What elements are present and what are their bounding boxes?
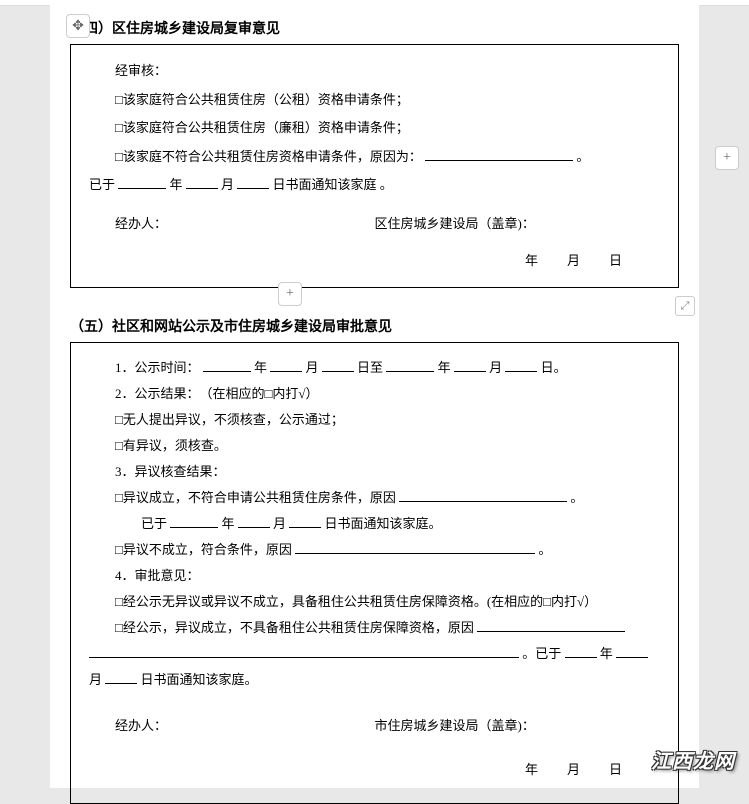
text: 日书面通知该家庭。 xyxy=(141,672,258,687)
section4-signature-row: 经办人： 区住房城乡建设局（盖章)： xyxy=(89,210,660,239)
text: 已于 xyxy=(89,177,115,192)
blank-field[interactable] xyxy=(322,359,354,372)
blank-field[interactable] xyxy=(237,176,269,189)
text: 日至 xyxy=(357,360,383,375)
text: □异议成立，不符合申请公共租赁住房条件，原因 xyxy=(115,490,396,505)
text: 。 xyxy=(538,542,551,557)
resize-icon[interactable]: ⤢ xyxy=(675,296,695,316)
section5-p3: 3．异议核查结果： xyxy=(89,459,660,485)
section5-p1: 1．公示时间： 年 月 日至 年 月 日。 xyxy=(89,355,660,381)
section4-option-3: □该家庭不符合公共租赁住房资格申请条件，原因为： 。 xyxy=(89,143,660,172)
blank-field[interactable] xyxy=(425,148,573,161)
stamp-label: 市住房城乡建设局（盖章)： xyxy=(375,713,661,739)
text: 1．公示时间： xyxy=(115,360,200,375)
section4-box: 经审核： □该家庭符合公共租赁住房（公租）资格申请条件； □该家庭符合公共租赁住… xyxy=(70,44,679,288)
section5-date: 年 月 日 xyxy=(89,757,660,783)
text: 年 xyxy=(222,516,235,531)
section5-p2: 2．公示结果： （在相应的□内打√） xyxy=(89,381,660,407)
section4-option-1: □该家庭符合公共租赁住房（公租）资格申请条件； xyxy=(89,86,660,115)
text: 月 xyxy=(489,360,502,375)
section5-p2a: □无人提出异议，不须核查，公示通过； xyxy=(89,407,660,433)
blank-field[interactable] xyxy=(118,176,166,189)
section4-notify: 已于 年 月 日书面通知该家庭 。 xyxy=(89,171,660,200)
text: 日。 xyxy=(541,360,567,375)
text: 月 xyxy=(306,360,319,375)
text: 年 xyxy=(254,360,267,375)
section5-p4a: □经公示无异议或异议不成立，具备租住公共租赁住房保障资格。(在相应的□内打√） xyxy=(89,589,660,615)
blank-field[interactable] xyxy=(170,515,218,528)
section5-p4b: □经公示，异议成立，不具备租住公共租赁住房保障资格，原因 xyxy=(89,615,660,641)
text: □经公示，异议成立，不具备租住公共租赁住房保障资格，原因 xyxy=(115,620,474,635)
section5-p3b: □异议不成立，符合条件，原因 。 xyxy=(89,537,660,563)
text: 日书面通知该家庭 。 xyxy=(273,177,393,192)
text: 。已于 xyxy=(522,646,561,661)
watermark: 江西龙网 xyxy=(651,745,735,774)
text: 月 xyxy=(221,177,234,192)
add-icon[interactable]: + xyxy=(715,146,739,170)
blank-field[interactable] xyxy=(399,489,567,502)
blank-field[interactable] xyxy=(89,645,519,658)
section4-title: （四）区住房城乡建设局复审意见 xyxy=(50,0,699,44)
section5-p3a: □异议成立，不符合申请公共租赁住房条件，原因 。 xyxy=(89,485,660,511)
text: 年 xyxy=(438,360,451,375)
blank-field[interactable] xyxy=(105,671,137,684)
section5-title: （五）社区和网站公示及市住房城乡建设局审批意见 xyxy=(50,298,699,342)
blank-field[interactable] xyxy=(616,645,648,658)
blank-field[interactable] xyxy=(289,515,321,528)
section5-p2b: □有异议，须核查。 xyxy=(89,433,660,459)
text: 年 xyxy=(600,646,613,661)
section5-p4: 4．审批意见： xyxy=(89,563,660,589)
section5-p3-notify: 已于 年 月 日书面通知该家庭。 xyxy=(89,511,660,537)
text: 已于 xyxy=(141,516,167,531)
blank-field[interactable] xyxy=(386,359,434,372)
blank-field[interactable] xyxy=(238,515,270,528)
stamp-label: 区住房城乡建设局（盖章)： xyxy=(375,210,661,239)
text: □该家庭不符合公共租赁住房资格申请条件，原因为： xyxy=(115,149,422,164)
blank-field[interactable] xyxy=(454,359,486,372)
blank-field[interactable] xyxy=(270,359,302,372)
add-icon[interactable]: + xyxy=(278,282,302,306)
text: 年 xyxy=(170,177,183,192)
blank-field[interactable] xyxy=(565,645,597,658)
handler-label: 经办人： xyxy=(89,210,375,239)
move-icon[interactable]: ✥ xyxy=(66,14,90,38)
document-page: （四）区住房城乡建设局复审意见 经审核： □该家庭符合公共租赁住房（公租）资格申… xyxy=(50,0,699,788)
text: 。 xyxy=(570,490,583,505)
text: □异议不成立，符合条件，原因 xyxy=(115,542,292,557)
text: 。 xyxy=(576,149,589,164)
section4-intro: 经审核： xyxy=(89,57,660,86)
section4-option-2: □该家庭符合公共租赁住房（廉租）资格申请条件； xyxy=(89,114,660,143)
blank-field[interactable] xyxy=(186,176,218,189)
text: 日书面通知该家庭。 xyxy=(325,516,442,531)
section5-signature-row: 经办人： 市住房城乡建设局（盖章)： xyxy=(89,713,660,739)
blank-field[interactable] xyxy=(477,619,625,632)
blank-field[interactable] xyxy=(295,541,535,554)
blank-field[interactable] xyxy=(505,359,537,372)
section5-p4-notify: 。已于 年 月 日书面通知该家庭。 xyxy=(89,641,660,693)
text: 月 xyxy=(273,516,286,531)
blank-field[interactable] xyxy=(203,359,251,372)
handler-label: 经办人： xyxy=(89,713,375,739)
section5-box: 1．公示时间： 年 月 日至 年 月 日。 2．公示结果： （在相应的□内打√）… xyxy=(70,342,679,804)
section4-date: 年 月 日 xyxy=(89,247,660,276)
text: 月 xyxy=(89,672,102,687)
